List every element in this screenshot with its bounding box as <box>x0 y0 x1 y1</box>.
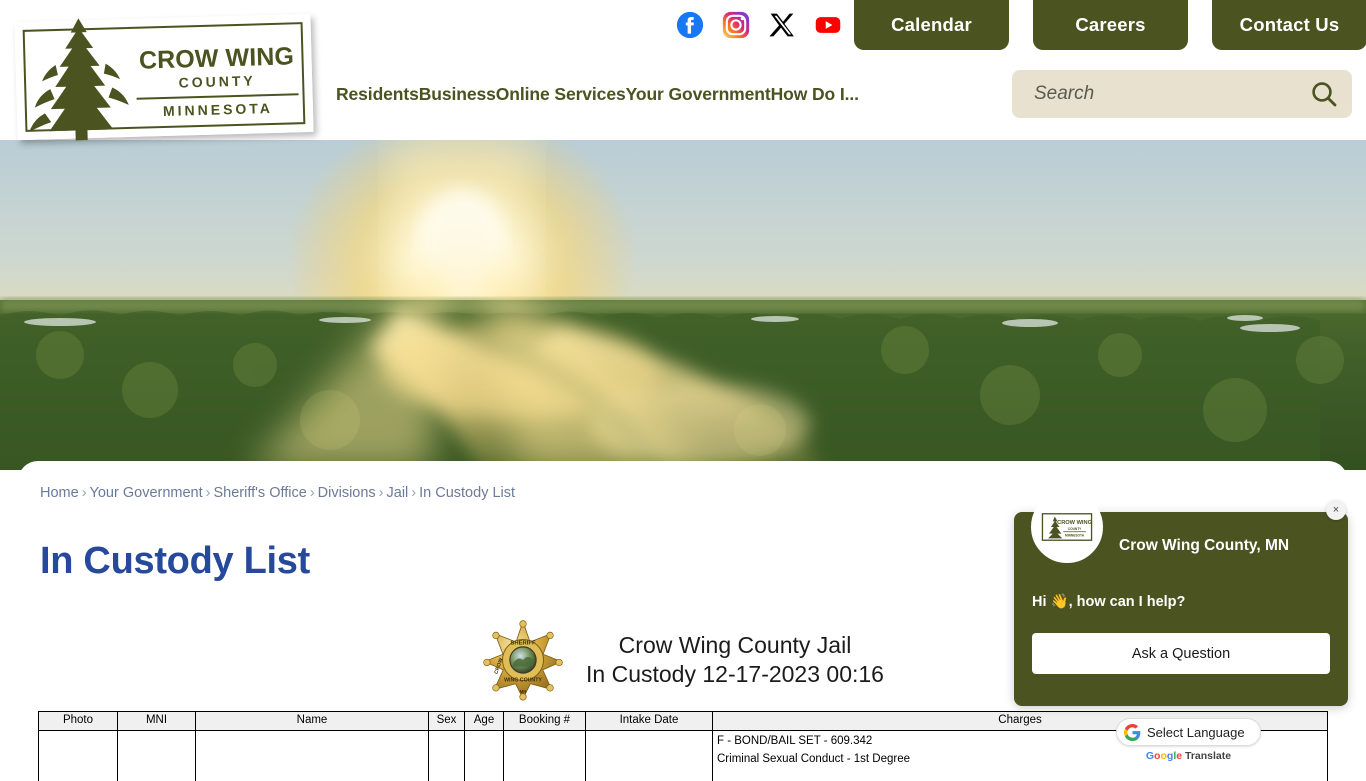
breadcrumb-item-your-government[interactable]: Your Government <box>90 485 203 501</box>
ask-a-question-button[interactable]: Ask a Question <box>1032 633 1330 674</box>
sheriff-star-badge-icon: SHERIFF WING COUNTY MN CROW <box>482 619 564 701</box>
site-logo[interactable]: CROW WING COUNTY MINNESOTA <box>16 18 312 136</box>
google-wordmark: Google <box>1146 750 1182 762</box>
instagram-icon[interactable] <box>722 11 750 39</box>
nav-item-online-services[interactable]: Online Services <box>496 84 626 105</box>
logo-wordmark: CROW WING COUNTY MINNESOTA <box>133 44 301 120</box>
breadcrumb-item-jail[interactable]: Jail <box>387 485 409 501</box>
col-sex: Sex <box>429 712 465 731</box>
search-icon <box>1309 79 1339 109</box>
cell-age <box>465 731 504 781</box>
breadcrumb-item-home[interactable]: Home <box>40 485 79 501</box>
hero-banner <box>0 140 1366 470</box>
chat-close-icon[interactable]: × <box>1326 500 1346 520</box>
social-links <box>676 11 842 39</box>
logo-line-1: CROW WING <box>133 44 300 74</box>
col-mni: MNI <box>118 712 196 731</box>
avatar: CROW WING COUNTY MINNESOTA <box>1031 491 1103 563</box>
col-photo: Photo <box>39 712 118 731</box>
google-translate-attribution: Google Translate <box>1116 750 1261 762</box>
page-title: In Custody List <box>40 540 310 583</box>
cell-booking <box>504 731 586 781</box>
google-g-icon <box>1124 724 1141 741</box>
cell-name <box>196 731 429 781</box>
logo-plate: CROW WING COUNTY MINNESOTA <box>14 14 313 140</box>
search-input[interactable] <box>1012 83 1296 105</box>
google-translate-widget: Select Language Google Translate <box>1116 718 1261 762</box>
translate-word: Translate <box>1185 750 1231 762</box>
nav-item-residents[interactable]: Residents <box>336 84 419 105</box>
badge-text-state: MN <box>520 689 526 694</box>
hero-sunrise-forest-image <box>0 140 1366 470</box>
nav-item-how-do-i[interactable]: How Do I... <box>771 84 859 105</box>
badge-text-sheriff: SHERIFF <box>510 640 536 646</box>
contact-us-button[interactable]: Contact Us <box>1212 0 1366 50</box>
careers-button[interactable]: Careers <box>1033 0 1188 50</box>
breadcrumb-item-divisions[interactable]: Divisions <box>318 485 376 501</box>
jail-timestamp: In Custody 12-17-2023 00:16 <box>586 660 884 689</box>
col-age: Age <box>465 712 504 731</box>
select-language-label: Select Language <box>1147 725 1245 740</box>
col-name: Name <box>196 712 429 731</box>
breadcrumb-separator: › <box>408 485 419 501</box>
cell-mni <box>118 731 196 781</box>
calendar-button[interactable]: Calendar <box>854 0 1009 50</box>
youtube-icon[interactable] <box>814 11 842 39</box>
badge-text-county: WING COUNTY <box>504 677 542 683</box>
breadcrumb: Home›Your Government›Sheriff's Office›Di… <box>40 485 515 501</box>
search-button[interactable] <box>1296 70 1352 118</box>
search-box <box>1012 70 1352 118</box>
chat-widget: CROW WING COUNTY MINNESOTA Crow Wing Cou… <box>1014 512 1348 706</box>
cell-photo <box>39 731 118 781</box>
logo-divider <box>137 93 299 100</box>
jail-title-block: Crow Wing County Jail In Custody 12-17-2… <box>586 631 884 690</box>
svg-text:CROW WING: CROW WING <box>1057 520 1092 526</box>
breadcrumb-item-sheriffs-office[interactable]: Sheriff's Office <box>214 485 307 501</box>
svg-text:COUNTY: COUNTY <box>1068 527 1082 531</box>
cell-sex <box>429 731 465 781</box>
nav-item-your-government[interactable]: Your Government <box>626 84 771 105</box>
breadcrumb-item-current: In Custody List <box>419 485 515 501</box>
main-navigation: Residents Business Online Services Your … <box>336 84 859 105</box>
facebook-icon[interactable] <box>676 11 704 39</box>
nav-item-business[interactable]: Business <box>419 84 496 105</box>
breadcrumb-separator: › <box>79 485 90 501</box>
header-action-buttons: Calendar Careers Contact Us <box>854 0 1366 50</box>
cell-intake <box>586 731 713 781</box>
chat-greeting: Hi 👋, how can I help? <box>1032 593 1185 610</box>
breadcrumb-separator: › <box>307 485 318 501</box>
x-twitter-icon[interactable] <box>768 11 796 39</box>
jail-name: Crow Wing County Jail <box>586 631 884 660</box>
select-language-button[interactable]: Select Language <box>1116 718 1261 746</box>
crow-wing-logo-avatar-icon: CROW WING COUNTY MINNESOTA <box>1033 491 1101 563</box>
breadcrumb-separator: › <box>203 485 214 501</box>
col-booking: Booking # <box>504 712 586 731</box>
site-header: CROW WING COUNTY MINNESOTA <box>0 0 1366 140</box>
breadcrumb-separator: › <box>376 485 387 501</box>
chat-title: Crow Wing County, MN <box>1119 537 1289 555</box>
svg-text:MINNESOTA: MINNESOTA <box>1065 533 1085 537</box>
pine-tree-icon <box>24 15 137 142</box>
col-intake: Intake Date <box>586 712 713 731</box>
